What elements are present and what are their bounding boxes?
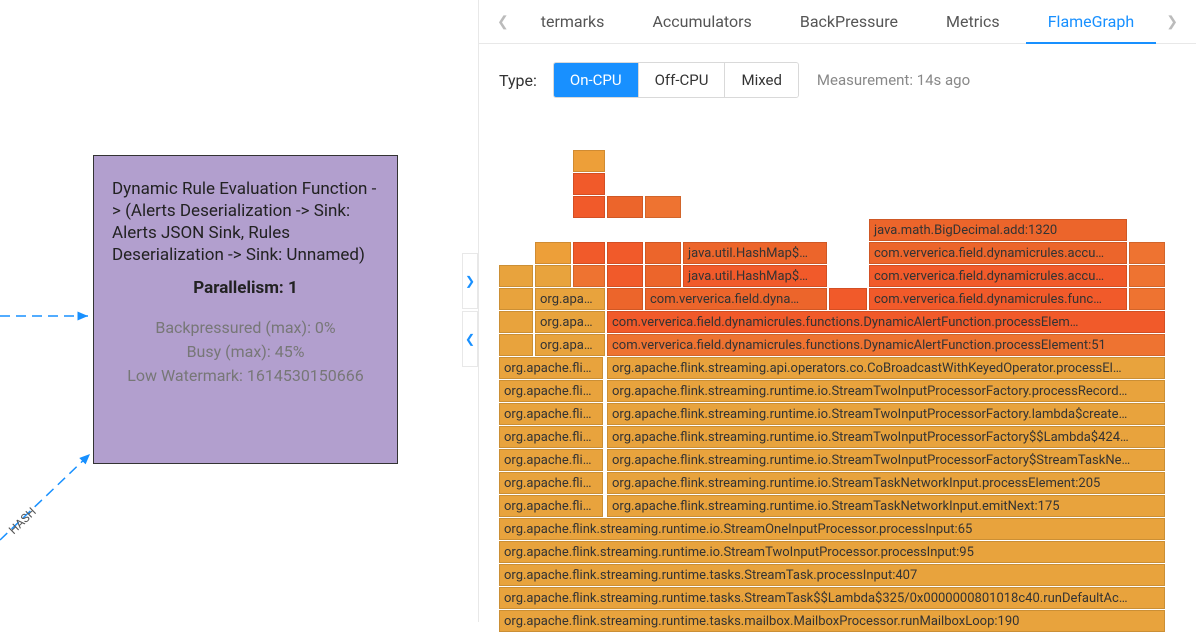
flame-cell[interactable] <box>607 242 643 264</box>
flame-cell[interactable]: org.apa… <box>535 288 605 310</box>
collapse-left-button[interactable]: ❮ <box>462 311 478 367</box>
chevron-left-icon: ❮ <box>465 332 475 346</box>
tab-termarks[interactable]: termarks <box>519 0 627 44</box>
flame-cell[interactable]: org.apa… <box>535 311 605 333</box>
flame-cell[interactable] <box>607 288 643 310</box>
tab-scroll-right[interactable]: ❯ <box>1158 14 1186 30</box>
flame-cell[interactable] <box>573 265 605 287</box>
flame-cell[interactable] <box>829 288 867 310</box>
flame-cell[interactable] <box>645 196 681 218</box>
flame-cell[interactable]: org.apache.flink.streaming.runtime.tasks… <box>499 610 1165 632</box>
type-label: Type: <box>499 71 537 90</box>
flame-cell[interactable]: com.ververica.field.dynamicrules.functio… <box>607 334 1165 356</box>
flame-cell[interactable]: org.apache.flink.streaming.runtime.io.St… <box>607 403 1165 425</box>
flame-cell[interactable] <box>535 242 571 264</box>
flame-cell[interactable]: com.ververica.field.dynamicrules.accu… <box>869 265 1127 287</box>
tab-metrics[interactable]: Metrics <box>924 0 1022 44</box>
collapse-right-button[interactable]: ❯ <box>462 253 478 309</box>
flame-cell[interactable] <box>573 150 605 172</box>
node-title: Dynamic Rule Evaluation Function -> (Ale… <box>112 178 379 266</box>
flame-controls: Type: On-CPUOff-CPUMixed Measurement: 14… <box>479 44 1196 112</box>
flame-cell[interactable]: org.apache.fli… <box>499 495 603 517</box>
flame-cell[interactable]: org.apache.flink.streaming.runtime.tasks… <box>499 564 1165 586</box>
details-panel: ❮ termarksAccumulatorsBackPressureMetric… <box>478 0 1196 622</box>
flame-cell[interactable] <box>1129 242 1165 264</box>
node-parallelism: Parallelism: 1 <box>112 278 379 298</box>
edge-label: HASH <box>6 505 39 537</box>
flame-cell[interactable]: org.apache.flink.streaming.runtime.tasks… <box>499 587 1165 609</box>
type-button-group: On-CPUOff-CPUMixed <box>553 62 799 98</box>
flame-cell[interactable] <box>645 242 681 264</box>
flame-cell[interactable] <box>499 265 533 287</box>
flame-cell[interactable]: org.apache.fli… <box>499 426 603 448</box>
flame-cell[interactable]: java.util.HashMap$… <box>683 242 827 264</box>
flame-cell[interactable]: com.ververica.field.dyna… <box>645 288 827 310</box>
flame-cell[interactable]: com.ververica.field.dynamicrules.func… <box>869 288 1127 310</box>
flame-cell[interactable] <box>499 311 533 333</box>
flame-cell[interactable] <box>535 265 571 287</box>
flame-cell[interactable]: org.apache.flink.streaming.api.operators… <box>607 357 1165 379</box>
stat-watermark: Low Watermark: 1614530150666 <box>112 364 379 388</box>
flame-cell[interactable]: org.apache.flink.streaming.runtime.io.St… <box>607 426 1165 448</box>
flame-cell[interactable]: java.math.BigDecimal.add:1320 <box>869 219 1127 241</box>
flame-cell[interactable]: org.apache.fli… <box>499 472 603 494</box>
flame-cell[interactable] <box>645 265 681 287</box>
graph-panel: HASH Dynamic Rule Evaluation Function ->… <box>0 0 462 622</box>
flame-cell[interactable]: org.apa… <box>535 334 605 356</box>
flame-cell[interactable] <box>607 265 643 287</box>
flame-cell[interactable]: org.apache.fli… <box>499 357 603 379</box>
flame-cell[interactable]: com.ververica.field.dynamicrules.accu… <box>869 242 1127 264</box>
tab-accumulators[interactable]: Accumulators <box>630 0 773 44</box>
flame-graph: java.math.BigDecimal.add:1320 java.util.H… <box>499 150 1167 633</box>
stat-busy: Busy (max): 45% <box>112 340 379 364</box>
tab-flamegraph[interactable]: FlameGraph <box>1026 0 1156 44</box>
measurement-text: Measurement: 14s ago <box>817 71 970 89</box>
flame-cell[interactable] <box>499 288 533 310</box>
flame-cell[interactable] <box>1129 265 1165 287</box>
chevron-right-icon: ❯ <box>465 274 475 288</box>
tab-bar: ❮ termarksAccumulatorsBackPressureMetric… <box>479 0 1196 44</box>
flame-cell[interactable]: org.apache.fli… <box>499 403 603 425</box>
flame-cell[interactable] <box>607 196 643 218</box>
flame-cell[interactable]: org.apache.flink.streaming.runtime.io.St… <box>607 449 1165 471</box>
flame-cell[interactable]: java.util.HashMap$… <box>683 265 827 287</box>
flame-cell[interactable]: org.apache.flink.streaming.runtime.io.St… <box>607 495 1165 517</box>
stat-backpressure: Backpressured (max): 0% <box>112 316 379 340</box>
flame-cell[interactable]: org.apache.flink.streaming.runtime.io.St… <box>499 518 1165 540</box>
tab-backpressure[interactable]: BackPressure <box>778 0 920 44</box>
type-btn-mixed[interactable]: Mixed <box>725 63 797 97</box>
flame-cell[interactable] <box>573 242 605 264</box>
type-btn-off-cpu[interactable]: Off-CPU <box>639 63 726 97</box>
flame-cell[interactable] <box>499 334 533 356</box>
node-stats: Backpressured (max): 0% Busy (max): 45% … <box>112 316 379 388</box>
flame-cell[interactable]: org.apache.fli… <box>499 380 603 402</box>
type-btn-on-cpu[interactable]: On-CPU <box>554 63 639 97</box>
flame-cell[interactable]: org.apache.flink.streaming.runtime.io.St… <box>607 472 1165 494</box>
flame-cell[interactable] <box>573 196 605 218</box>
tab-scroll-left[interactable]: ❮ <box>489 14 517 30</box>
flame-cell[interactable]: org.apache.flink.streaming.runtime.io.St… <box>607 380 1165 402</box>
flame-cell[interactable] <box>573 173 605 195</box>
flame-cell[interactable]: org.apache.flink.streaming.runtime.io.St… <box>499 541 1165 563</box>
flame-cell[interactable]: com.ververica.field.dynamicrules.functio… <box>607 311 1165 333</box>
operator-node[interactable]: Dynamic Rule Evaluation Function -> (Ale… <box>93 155 398 464</box>
flame-cell[interactable] <box>1129 288 1165 310</box>
flame-cell[interactable]: org.apache.fli… <box>499 449 603 471</box>
